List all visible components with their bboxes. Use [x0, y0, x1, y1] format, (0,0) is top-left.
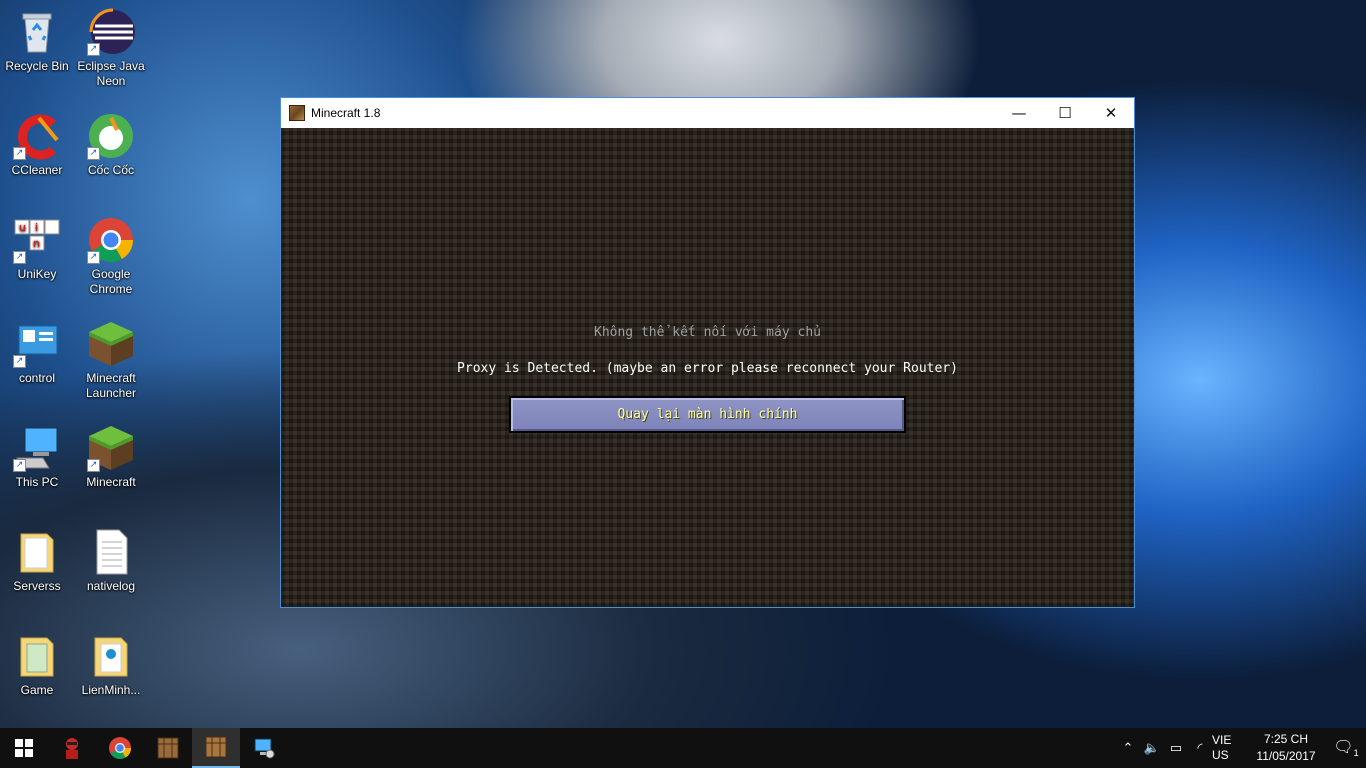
crafting-table-icon	[205, 736, 227, 758]
desktop-icon-lienminh[interactable]: LienMinh...	[75, 632, 147, 698]
desktop-icon-recycle-bin[interactable]: Recycle Bin	[1, 8, 73, 74]
clock-date: 11/05/2017	[1256, 749, 1316, 763]
desktop-icon-this-pc[interactable]: ↗ This PC	[1, 424, 73, 490]
text-file-icon	[87, 528, 135, 576]
taskbar-app-network[interactable]	[240, 728, 288, 768]
desktop-icon-coccoc[interactable]: ↗ Cốc Cốc	[75, 112, 147, 178]
shortcut-arrow-icon: ↗	[87, 43, 100, 56]
desktop-icon-control[interactable]: ↗ control	[1, 320, 73, 386]
title-bar[interactable]: Minecraft 1.8 — ☐ ✕	[281, 98, 1134, 128]
recycle-bin-icon	[13, 8, 61, 56]
svg-text:i: i	[35, 221, 38, 234]
desktop-icon-game[interactable]: Game	[1, 632, 73, 698]
clock-time: 7:25 CH	[1263, 732, 1309, 746]
clock[interactable]: 7:25 CH 11/05/2017	[1246, 731, 1326, 765]
svg-text:u: u	[19, 221, 26, 234]
crafting-table-icon	[157, 737, 179, 759]
disconnect-title: Không thể kết nối với máy chủ	[594, 325, 821, 340]
start-button[interactable]	[0, 728, 48, 768]
volume-icon[interactable]: 🔈	[1140, 740, 1164, 756]
desktop-icon-minecraft[interactable]: ↗ Minecraft	[75, 424, 147, 490]
shortcut-arrow-icon: ↗	[13, 251, 26, 264]
desktop-icon-eclipse[interactable]: ↗ Eclipse Java Neon	[75, 8, 147, 89]
minecraft-grass-icon	[87, 320, 135, 368]
system-tray: ⌃ 🔈 ▭ ◜ VIE US 7:25 CH 11/05/2017 🗨1	[1116, 728, 1366, 768]
desktop-icon-ccleaner[interactable]: ↗ CCleaner	[1, 112, 73, 178]
minecraft-app-icon	[289, 105, 305, 121]
shortcut-arrow-icon: ↗	[87, 147, 100, 160]
folder-icon	[13, 528, 61, 576]
shortcut-arrow-icon: ↗	[87, 459, 100, 472]
chevron-up-icon[interactable]: ⌃	[1116, 740, 1140, 756]
window-title: Minecraft 1.8	[311, 106, 381, 120]
folder-icon	[13, 632, 61, 680]
windows-logo-icon	[15, 739, 33, 757]
ccleaner-icon: ↗	[13, 112, 61, 160]
shortcut-arrow-icon: ↗	[87, 251, 100, 264]
desktop-icon-chrome[interactable]: ↗ Google Chrome	[75, 216, 147, 297]
notification-count: 1	[1353, 748, 1359, 759]
chrome-icon	[109, 737, 131, 759]
taskbar-app-minecraft[interactable]	[192, 728, 240, 768]
shortcut-arrow-icon: ↗	[13, 355, 26, 368]
taskbar-app-chrome[interactable]	[96, 728, 144, 768]
shortcut-arrow-icon: ↗	[13, 147, 26, 160]
minecraft-disconnect-screen: Không thể kết nối với máy chủ Proxy is D…	[281, 128, 1134, 607]
ninja-app-icon	[66, 738, 78, 759]
close-button[interactable]: ✕	[1088, 98, 1134, 128]
minecraft-grass-icon: ↗	[87, 424, 135, 472]
desktop-icon-serverss[interactable]: Serverss	[1, 528, 73, 594]
wifi-icon[interactable]: ◜	[1188, 740, 1212, 756]
eclipse-icon: ↗	[87, 8, 135, 56]
maximize-button[interactable]: ☐	[1042, 98, 1088, 128]
action-center-button[interactable]: 🗨1	[1326, 737, 1366, 758]
unikey-icon: uin ↗	[13, 216, 61, 264]
desktop-icon-unikey[interactable]: uin ↗ UniKey	[1, 216, 73, 282]
coccoc-icon: ↗	[87, 112, 135, 160]
minimize-button[interactable]: —	[996, 98, 1042, 128]
computer-icon: ↗	[13, 424, 61, 472]
disconnect-reason: Proxy is Detected. (maybe an error pleas…	[457, 361, 958, 376]
taskbar: ⌃ 🔈 ▭ ◜ VIE US 7:25 CH 11/05/2017 🗨1	[0, 728, 1366, 768]
folder-icon	[87, 632, 135, 680]
battery-icon[interactable]: ▭	[1164, 740, 1188, 756]
input-language[interactable]: VIE US	[1212, 733, 1246, 763]
minecraft-window: Minecraft 1.8 — ☐ ✕ Không thể kết nối vớ…	[280, 97, 1135, 608]
desktop-icon-nativelog[interactable]: nativelog	[75, 528, 147, 594]
chrome-icon: ↗	[87, 216, 135, 264]
svg-text:n: n	[33, 237, 40, 250]
notification-icon: 🗨	[1333, 739, 1354, 757]
network-computer-icon	[254, 738, 275, 759]
taskbar-app-ninja[interactable]	[48, 728, 96, 768]
back-to-main-menu-button[interactable]: Quay lại màn hình chính	[509, 396, 906, 433]
control-panel-icon: ↗	[13, 320, 61, 368]
taskbar-app-minecraft-launcher[interactable]	[144, 728, 192, 768]
shortcut-arrow-icon: ↗	[13, 459, 26, 472]
desktop-icon-minecraft-launcher[interactable]: Minecraft Launcher	[75, 320, 147, 401]
